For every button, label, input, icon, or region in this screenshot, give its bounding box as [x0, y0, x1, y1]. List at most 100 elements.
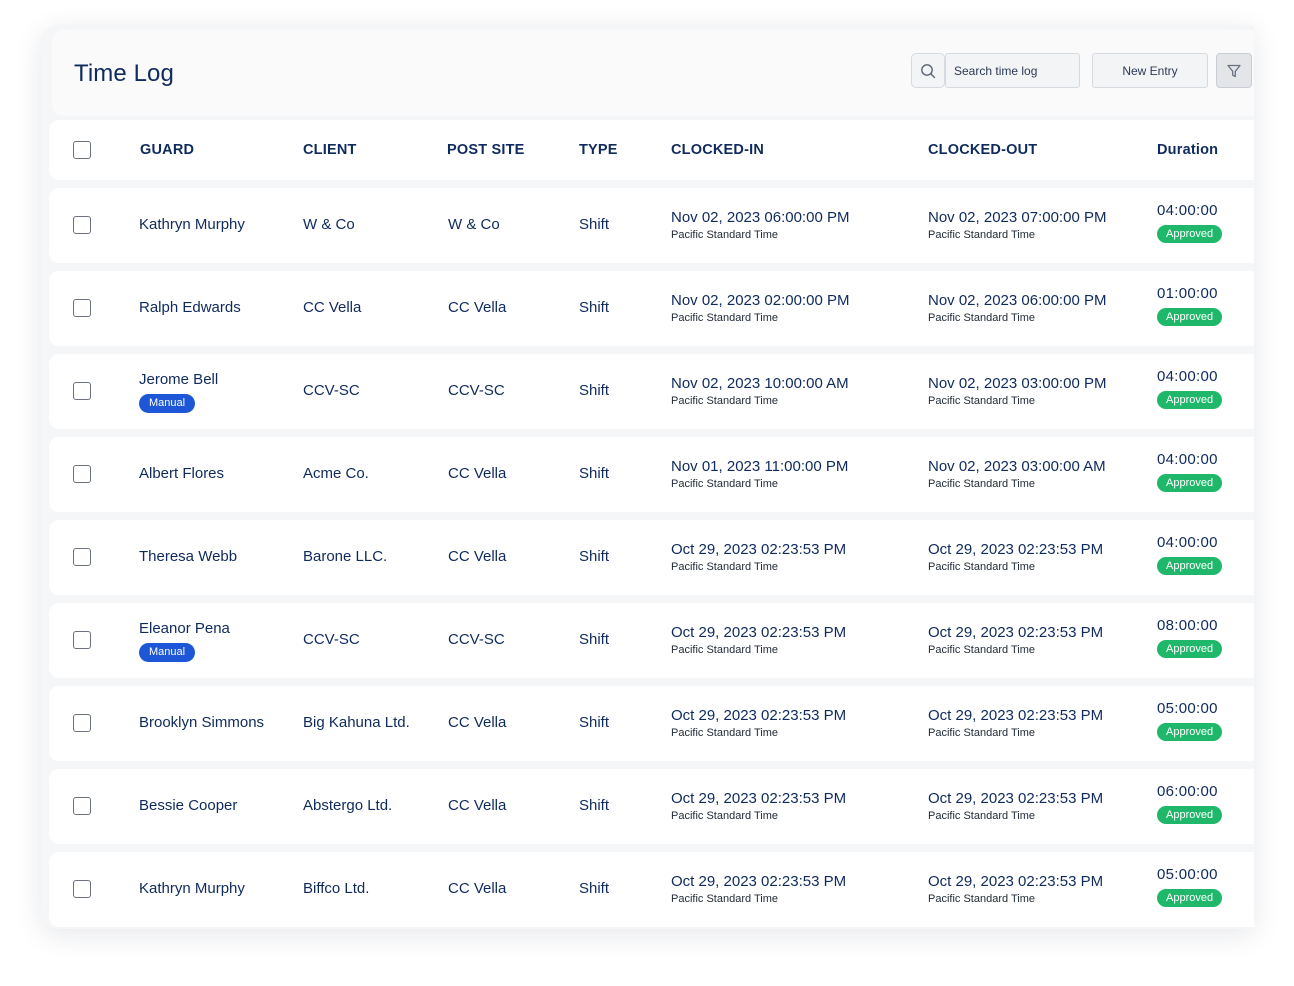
duration-cell: 04:00:00 Approved [1157, 451, 1223, 492]
duration-value: 04:00:00 [1157, 534, 1218, 551]
clocked-in-cell: Nov 02, 2023 02:00:00 PM Pacific Standard… [671, 292, 849, 324]
clocked-in-datetime: Nov 02, 2023 02:00:00 PM [671, 292, 850, 309]
type-cell: Shift [579, 465, 610, 482]
clocked-out-datetime: Nov 02, 2023 07:00:00 PM [928, 209, 1107, 226]
table-row[interactable]: Ralph Edwards CC Vella CC Vella Shift Nov 02… [49, 271, 1254, 346]
new-entry-button[interactable]: New Entry [1092, 53, 1208, 88]
table-row[interactable]: Kathryn Murphy W & Co W & Co Shift Nov 02, 2… [49, 188, 1254, 263]
column-header-clocked-in[interactable]: CLOCKED-IN [671, 120, 764, 180]
clocked-out-datetime: Nov 02, 2023 06:00:00 PM [928, 292, 1107, 309]
duration-cell: 05:00:00 Approved [1157, 866, 1223, 907]
clocked-in-cell: Nov 02, 2023 10:00:00 AM Pacific Standard… [671, 375, 849, 407]
row-checkbox[interactable] [73, 797, 91, 815]
table-row[interactable]: Kathryn Murphy Biffco Ltd. CC Vella Shift Oc… [49, 852, 1254, 927]
duration-value: 06:00:00 [1157, 783, 1218, 800]
clocked-out-cell: Nov 02, 2023 07:00:00 PM Pacific Standard… [928, 209, 1106, 241]
post-site-cell: W & Co [448, 216, 500, 233]
guard-name[interactable]: Kathryn Murphy [139, 216, 245, 233]
table-row[interactable]: Brooklyn Simmons Big Kahuna Ltd. CC Vella S… [49, 686, 1254, 761]
row-checkbox[interactable] [73, 880, 91, 898]
duration-cell: 08:00:00 Approved [1157, 617, 1223, 658]
duration-value: 05:00:00 [1157, 866, 1218, 883]
duration-value: 08:00:00 [1157, 617, 1218, 634]
post-site-cell: CC Vella [448, 714, 507, 731]
approved-status-badge: Approved [1157, 391, 1223, 409]
clocked-in-cell: Oct 29, 2023 02:23:53 PM Pacific Standard… [671, 541, 846, 573]
guard-cell: Jerome Bell Manual [139, 371, 218, 413]
select-all-checkbox[interactable] [73, 141, 91, 159]
approved-status-badge: Approved [1157, 474, 1223, 492]
clocked-in-timezone: Pacific Standard Time [671, 312, 778, 324]
type-cell: Shift [579, 797, 610, 814]
guard-name[interactable]: Jerome Bell [139, 371, 218, 388]
duration-value: 01:00:00 [1157, 285, 1218, 302]
row-checkbox[interactable] [73, 714, 91, 732]
post-site-cell: CCV-SC [448, 631, 505, 648]
clocked-out-datetime: Oct 29, 2023 02:23:53 PM [928, 790, 1104, 807]
search-button[interactable] [911, 53, 945, 88]
row-checkbox[interactable] [73, 548, 91, 566]
clocked-out-cell: Oct 29, 2023 02:23:53 PM Pacific Standard… [928, 790, 1103, 822]
guard-cell: Eleanor Pena Manual [139, 620, 230, 662]
guard-name[interactable]: Ralph Edwards [139, 299, 241, 316]
clocked-out-datetime: Oct 29, 2023 02:23:53 PM [928, 541, 1104, 558]
client-cell: Barone LLC. [303, 548, 388, 565]
manual-badge: Manual [139, 394, 196, 413]
column-header-clocked-out[interactable]: CLOCKED-OUT [928, 120, 1037, 180]
table-row[interactable]: Eleanor Pena Manual CCV-SC CCV-SC Shift Oct 2… [49, 603, 1254, 678]
duration-cell: 05:00:00 Approved [1157, 700, 1223, 741]
clocked-in-timezone: Pacific Standard Time [671, 810, 778, 822]
guard-name[interactable]: Theresa Webb [139, 548, 237, 565]
table-row[interactable]: Bessie Cooper Abstergo Ltd. CC Vella Shift O… [49, 769, 1254, 844]
clocked-in-timezone: Pacific Standard Time [671, 395, 778, 407]
guard-name[interactable]: Kathryn Murphy [139, 880, 245, 897]
guard-name[interactable]: Brooklyn Simmons [139, 714, 264, 731]
clocked-out-datetime: Oct 29, 2023 02:23:53 PM [928, 873, 1104, 890]
row-checkbox[interactable] [73, 382, 91, 400]
duration-cell: 01:00:00 Approved [1157, 285, 1223, 326]
approved-status-badge: Approved [1157, 225, 1223, 243]
approved-status-badge: Approved [1157, 557, 1223, 575]
column-header-client[interactable]: CLIENT [303, 120, 357, 180]
table-row[interactable]: Jerome Bell Manual CCV-SC CCV-SC Shift Nov 02… [49, 354, 1254, 429]
column-header-guard[interactable]: GUARD [140, 120, 194, 180]
clocked-out-timezone: Pacific Standard Time [928, 312, 1035, 324]
approved-status-badge: Approved [1157, 889, 1223, 907]
time-log-card: Time Log New Entry GUARD CLIENT POST SIT… [41, 25, 1254, 929]
row-checkbox[interactable] [73, 631, 91, 649]
clocked-out-timezone: Pacific Standard Time [928, 810, 1035, 822]
post-site-cell: CC Vella [448, 465, 507, 482]
table-row[interactable]: Albert Flores Acme Co. CC Vella Shift Nov 01… [49, 437, 1254, 512]
row-checkbox[interactable] [73, 465, 91, 483]
guard-name[interactable]: Albert Flores [139, 465, 224, 482]
guard-name[interactable]: Eleanor Pena [139, 620, 230, 637]
duration-cell: 04:00:00 Approved [1157, 368, 1223, 409]
clocked-out-timezone: Pacific Standard Time [928, 478, 1035, 490]
clocked-out-cell: Nov 02, 2023 03:00:00 AM Pacific Standard… [928, 458, 1106, 490]
row-checkbox[interactable] [73, 299, 91, 317]
duration-cell: 04:00:00 Approved [1157, 534, 1223, 575]
table-row[interactable]: Theresa Webb Barone LLC. CC Vella Shift Oct … [49, 520, 1254, 595]
row-checkbox[interactable] [73, 216, 91, 234]
client-cell: Acme Co. [303, 465, 369, 482]
client-cell: Abstergo Ltd. [303, 797, 393, 814]
search-input[interactable] [945, 53, 1080, 88]
column-header-post-site[interactable]: POST SITE [447, 120, 525, 180]
filter-button[interactable] [1216, 53, 1252, 88]
approved-status-badge: Approved [1157, 806, 1223, 824]
column-header-duration[interactable]: Duration [1157, 120, 1218, 180]
post-site-cell: CC Vella [448, 548, 507, 565]
clocked-out-timezone: Pacific Standard Time [928, 395, 1035, 407]
clocked-out-datetime: Oct 29, 2023 02:23:53 PM [928, 624, 1104, 641]
column-header-type[interactable]: TYPE [579, 120, 618, 180]
clocked-out-datetime: Nov 02, 2023 03:00:00 AM [928, 458, 1106, 475]
post-site-cell: CCV-SC [448, 382, 505, 399]
clocked-out-cell: Oct 29, 2023 02:23:53 PM Pacific Standard… [928, 541, 1103, 573]
type-cell: Shift [579, 631, 610, 648]
post-site-cell: CC Vella [448, 797, 507, 814]
type-cell: Shift [579, 216, 610, 233]
approved-status-badge: Approved [1157, 308, 1223, 326]
clocked-in-datetime: Nov 02, 2023 06:00:00 PM [671, 209, 850, 226]
clocked-in-timezone: Pacific Standard Time [671, 644, 778, 656]
guard-name[interactable]: Bessie Cooper [139, 797, 237, 814]
